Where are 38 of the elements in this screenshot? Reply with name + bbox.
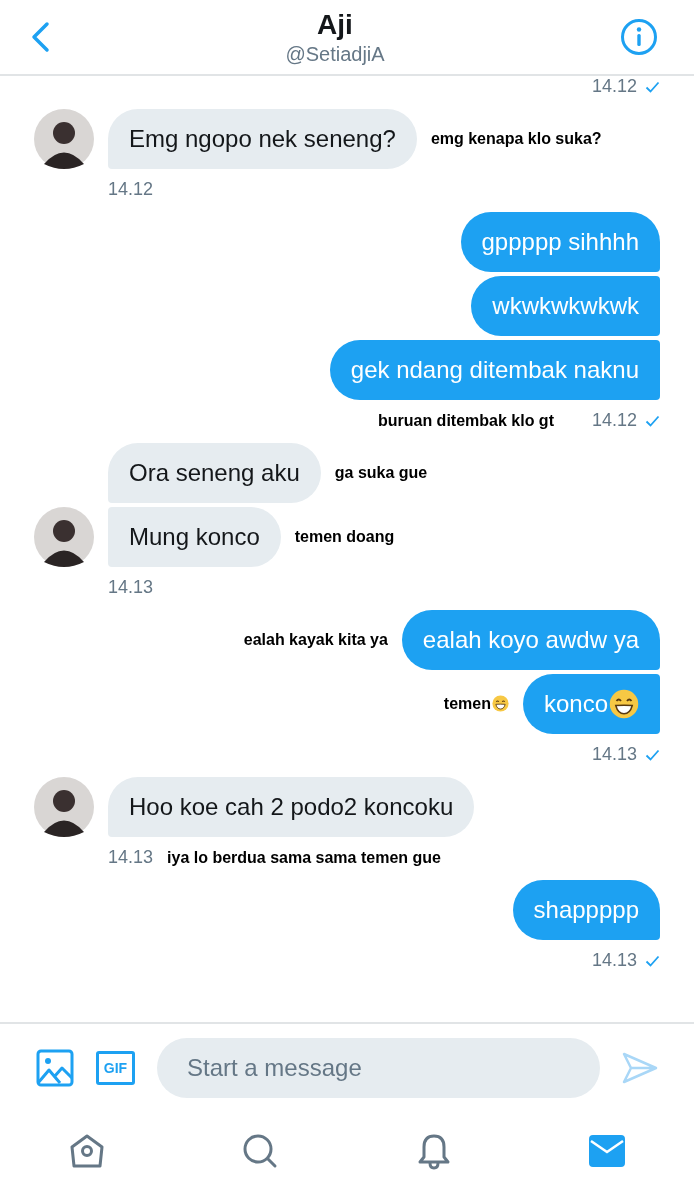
message-time: 14.12: [108, 179, 154, 200]
message-time: 14.12: [591, 410, 637, 431]
message-time: 14.13: [591, 744, 637, 765]
message-input[interactable]: Start a message: [157, 1038, 600, 1098]
caption: buruan ditembak klo gt: [377, 411, 554, 430]
contact-name: Aji: [317, 8, 353, 41]
message-bubble[interactable]: shappppp: [512, 880, 660, 940]
message-bubble[interactable]: ealah koyo awdw ya: [401, 610, 660, 670]
gif-button[interactable]: GIF: [96, 1051, 135, 1085]
caption: emg kenapa klo suka?: [430, 130, 602, 148]
message-bubble[interactable]: gppppp sihhhh: [460, 212, 660, 272]
message-bubble[interactable]: konco: [522, 674, 660, 734]
info-icon[interactable]: [620, 18, 658, 56]
message-bubble[interactable]: Ora seneng aku: [108, 443, 321, 503]
message-time: 14.13: [591, 950, 637, 971]
message-bubble[interactable]: Emg ngopo nek seneng?: [108, 109, 417, 169]
search-icon: [242, 1133, 279, 1169]
caption: temen doang: [294, 528, 395, 546]
contact-handle: @SetiadjiA: [285, 42, 385, 66]
message-bubble[interactable]: gek ndang ditembak naknu: [329, 340, 660, 400]
message-bubble[interactable]: Mung konco: [108, 507, 281, 567]
message-time: 14.12: [591, 76, 637, 97]
message-time: 14.13: [108, 847, 154, 868]
avatar[interactable]: [34, 777, 94, 837]
message-bubble[interactable]: wkwkwkwkwk: [471, 276, 660, 336]
back-icon[interactable]: [30, 21, 50, 53]
avatar[interactable]: [34, 109, 94, 169]
message-bubble[interactable]: Hoo koe cah 2 podo2 koncoku: [108, 777, 475, 837]
caption: temen: [443, 695, 509, 713]
caption: iya lo berdua sama sama temen gue: [167, 848, 441, 867]
mail-icon: [589, 1135, 626, 1167]
grin-emoji-icon: [491, 695, 509, 712]
grin-emoji-icon: [609, 689, 639, 719]
image-icon[interactable]: [36, 1049, 74, 1087]
caption: ga suka gue: [334, 464, 428, 482]
message-time: 14.13: [108, 577, 154, 598]
avatar[interactable]: [34, 507, 94, 567]
caption: ealah kayak kita ya: [243, 631, 388, 649]
